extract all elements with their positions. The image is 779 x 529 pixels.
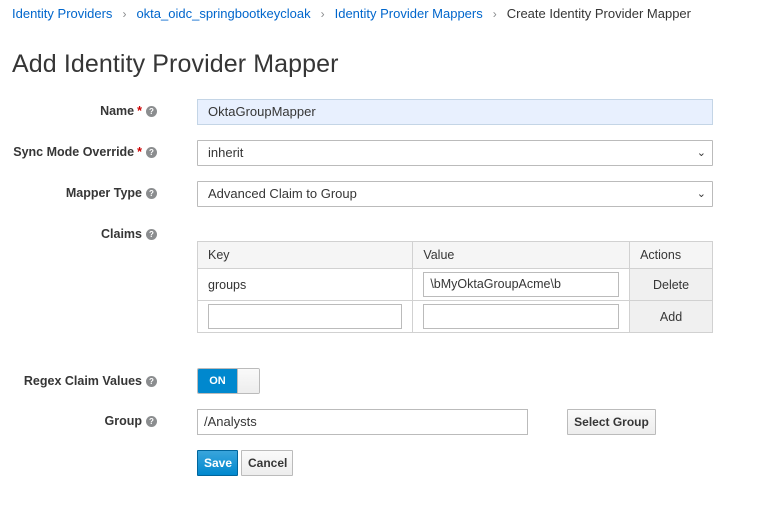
group-input[interactable]: /Analysts <box>197 409 528 435</box>
breadcrumb-separator-icon: › <box>492 6 497 21</box>
name-label: Name * ? <box>100 104 157 118</box>
help-icon[interactable]: ? <box>146 105 157 117</box>
regex-label: Regex Claim Values ? <box>24 374 157 388</box>
new-claim-key-input[interactable] <box>208 304 403 329</box>
help-icon[interactable]: ? <box>146 415 157 427</box>
cancel-button[interactable]: Cancel <box>241 450 293 476</box>
select-group-button[interactable]: Select Group <box>567 409 656 435</box>
claims-table: Key Value Actions groups \bMyOktaGroupAc… <box>196 241 713 333</box>
claims-label: Claims ? <box>101 227 157 241</box>
sync-mode-label: Sync Mode Override * ? <box>13 145 157 159</box>
help-icon[interactable]: ? <box>146 228 157 240</box>
regex-toggle[interactable]: ON <box>197 368 260 394</box>
sync-mode-value: inherit <box>208 145 244 160</box>
claim-key: groups <box>196 268 414 301</box>
mapper-type-label: Mapper Type ? <box>66 186 157 200</box>
required-mark: * <box>137 104 142 118</box>
toggle-on-label: ON <box>198 369 237 393</box>
breadcrumb-separator-icon: › <box>122 6 127 21</box>
toggle-knob <box>237 369 259 393</box>
breadcrumb-identity-providers[interactable]: Identity Providers <box>12 6 112 21</box>
required-mark: * <box>137 145 142 159</box>
breadcrumb-current: Create Identity Provider Mapper <box>506 6 691 21</box>
column-header-key: Key <box>196 241 414 269</box>
breadcrumb-provider[interactable]: okta_oidc_springbootkeycloak <box>136 6 310 21</box>
name-input[interactable]: OktaGroupMapper <box>197 99 713 125</box>
table-row: groups \bMyOktaGroupAcme\b Delete <box>196 268 713 301</box>
page-title: Add Identity Provider Mapper <box>12 50 339 78</box>
chevron-down-icon: ⌄ <box>696 147 706 159</box>
help-icon[interactable]: ? <box>146 146 157 158</box>
breadcrumb: Identity Providers › okta_oidc_springboo… <box>12 6 691 21</box>
group-label: Group ? <box>105 414 157 428</box>
help-icon[interactable]: ? <box>146 375 157 387</box>
new-claim-value-input[interactable] <box>423 304 620 329</box>
save-button[interactable]: Save <box>197 450 238 476</box>
column-header-actions: Actions <box>629 241 713 269</box>
delete-claim-button[interactable]: Delete <box>629 268 713 301</box>
breadcrumb-mappers[interactable]: Identity Provider Mappers <box>335 6 483 21</box>
chevron-down-icon: ⌄ <box>696 188 706 200</box>
add-claim-button[interactable]: Add <box>629 300 713 333</box>
mapper-type-value: Advanced Claim to Group <box>208 186 357 201</box>
mapper-type-select[interactable]: Advanced Claim to Group ⌄ <box>197 181 713 207</box>
column-header-value: Value <box>412 241 631 269</box>
breadcrumb-separator-icon: › <box>320 6 325 21</box>
table-row: Add <box>196 300 713 333</box>
help-icon[interactable]: ? <box>146 187 157 199</box>
sync-mode-select[interactable]: inherit ⌄ <box>197 140 713 166</box>
claim-value-input[interactable]: \bMyOktaGroupAcme\b <box>423 272 620 297</box>
